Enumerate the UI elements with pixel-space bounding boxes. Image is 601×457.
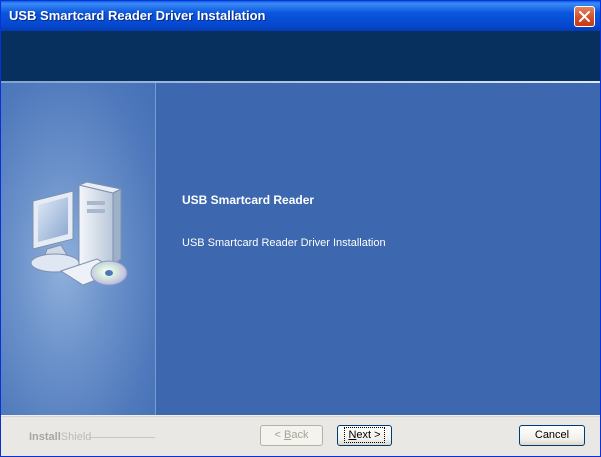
product-heading: USB Smartcard Reader [182,193,315,207]
close-icon [579,11,590,22]
header-banner [1,31,600,81]
close-button[interactable] [574,6,595,27]
back-button[interactable]: < Back [260,425,323,446]
side-graphic-panel [1,83,155,415]
next-label-rest: ext [356,429,372,441]
next-button[interactable]: Next > [337,425,392,446]
product-description: USB Smartcard Reader Driver Installation [182,237,386,249]
footer-separator [1,415,600,417]
content-panel: USB Smartcard Reader USB Smartcard Reade… [1,83,600,415]
side-panel-divider [155,83,156,415]
title-bar[interactable]: USB Smartcard Reader Driver Installation [1,1,600,31]
next-focus-ring: Next > [344,427,385,443]
computer-cd-icon [30,181,128,286]
brand-bold: Install [29,431,61,443]
back-label-rest: ack [291,429,309,441]
installer-window: USB Smartcard Reader Driver Installation [0,0,601,457]
installshield-logo: InstallShield [29,431,91,443]
button-bar: InstallShield < Back Next > Cancel [1,415,600,456]
brand-divider-line [89,437,155,438]
next-arrow: > [371,429,381,441]
back-arrow: < [274,429,284,441]
cancel-button[interactable]: Cancel [519,425,585,446]
window-title: USB Smartcard Reader Driver Installation [9,8,266,23]
brand-light: Shield [60,431,92,443]
